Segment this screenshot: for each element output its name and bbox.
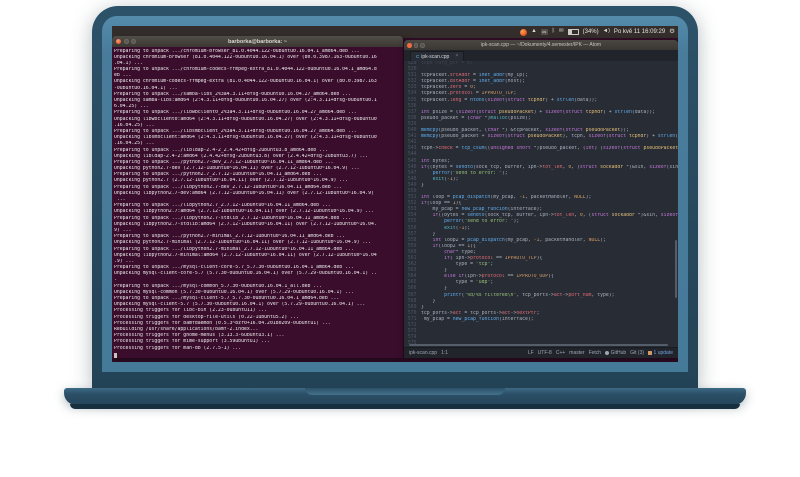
terminal-line: Unpacking chromium-browser (81.0.4044.12…: [114, 54, 377, 60]
status-git-changes[interactable]: Git (3): [630, 350, 644, 356]
terminal-line: Unpacking mysql-client-core-5.7 (5.7.30-…: [114, 271, 377, 277]
status-github[interactable]: GitHub: [605, 350, 626, 356]
terminal-window-controls: [116, 39, 136, 44]
code-area[interactable]: tcph->urg_ptr = 0; tcpPacket.srcAddr = in…: [419, 61, 678, 344]
horizontal-scrollbar[interactable]: [409, 344, 668, 346]
close-button[interactable]: [116, 39, 121, 44]
laptop-base: [64, 388, 746, 405]
terminal-line: Unpacking samba-libs:amd64 (2:4.3.11+dfs…: [114, 98, 377, 103]
bluetooth-icon[interactable]: ᛒ: [552, 29, 555, 35]
atom-close-button[interactable]: [407, 43, 412, 48]
clock[interactable]: Po kvě 11 16:09:29: [614, 29, 665, 35]
terminal-line: Processing triggers for man-db (2.7.5-1)…: [114, 345, 242, 351]
desktop-screen: ▲ cs ᛒ ✉ (34%) ◄) Po kvě 11 16:09:29 ⚙ b…: [112, 26, 678, 362]
terminal-titlebar[interactable]: barborka@barborka: ~: [112, 36, 403, 47]
software-updater-icon[interactable]: [520, 28, 528, 36]
wifi-icon[interactable]: ▲: [531, 29, 536, 35]
base-notch: [305, 388, 505, 395]
battery-icon[interactable]: [567, 28, 580, 36]
terminal-line: Unpacking chromium-codecs-ffmpeg-extra (…: [114, 79, 377, 85]
battery-percentage: (34%): [582, 29, 599, 35]
atom-window: ipk-scan.cpp — ~/Dokumenty/4.semester/IP…: [404, 40, 678, 358]
terminal-line: Unpacking libpython2.7:amd64 (2.7.12-1ub…: [114, 209, 374, 215]
terminal-line: Unpacking libpython2.7-dev:amd64 (2.7.12…: [114, 190, 374, 196]
tab-close-icon[interactable]: ×: [455, 54, 458, 59]
laptop-mockup: ▲ cs ᛒ ✉ (34%) ◄) Po kvě 11 16:09:29 ⚙ b…: [0, 0, 800, 477]
status-file-path[interactable]: ipk-scan.cpp: [409, 350, 437, 356]
package-icon: [648, 351, 653, 355]
terminal-lines: Preparing to unpack .../chromium-browser…: [114, 49, 403, 352]
atom-maximize-button[interactable]: [420, 43, 425, 48]
code-line: memcpy(pseudo_packet + sizeof(struct pse…: [421, 134, 678, 140]
editor[interactable]: 529 530 531 532 533 534 535 536 537 538 539 540 541 5…: [404, 61, 678, 344]
terminal-output[interactable]: Preparing to unpack .../chromium-browser…: [112, 47, 403, 358]
status-cursor-position[interactable]: 1:1: [441, 350, 448, 356]
code-line: tcph->check = tcp_csum((unsigned short *…: [421, 146, 678, 152]
cpp-file-icon: C: [416, 54, 420, 59]
terminal-window: barborka@barborka: ~ Preparing to unpack…: [112, 36, 403, 358]
terminal-line: Unpacking libwbclient0:amd64 (2:4.3.11+d…: [114, 116, 377, 122]
line-number-gutter: 529 530 531 532 533 534 535 536 537 538 539 540 541 5…: [404, 61, 419, 344]
mail-icon[interactable]: ✉: [559, 29, 564, 35]
terminal-title: barborka@barborka: ~: [227, 38, 287, 45]
battery-fill: [569, 30, 572, 34]
atom-titlebar[interactable]: ipk-scan.cpp — ~/Dokumenty/4.semester/IP…: [404, 40, 678, 50]
atom-window-controls: [407, 43, 425, 48]
atom-window-title: ipk-scan.cpp — ~/Dokumenty/4.semester/IP…: [480, 42, 602, 48]
tab-ipk-scan[interactable]: C ipk-scan.cpp ×: [410, 51, 465, 61]
status-fetch[interactable]: Fetch: [589, 350, 602, 356]
status-encoding[interactable]: UTF-8: [538, 350, 552, 356]
status-updates[interactable]: 1 update: [648, 350, 673, 356]
status-branch[interactable]: master: [569, 350, 584, 356]
atom-minimize-button[interactable]: [413, 43, 418, 48]
status-grammar[interactable]: C++: [556, 350, 565, 356]
status-bar: ipk-scan.cpp 1:1 LF UTF-8 C++ master Fet…: [404, 347, 678, 358]
terminal-line: Unpacking libsmbclient:amd64 (2:4.3.11+d…: [114, 135, 377, 141]
terminal-line: Unpacking libpython2.7-stdlib:amd64 (2.7…: [114, 221, 377, 227]
terminal-line: Unpacking libldap-2.4-2:amd64 (2.4.42+df…: [114, 153, 369, 159]
terminal-line: Unpacking python2.7-minimal (2.7.12-1ubu…: [114, 240, 372, 246]
terminal-line: Unpacking libpython2.7-minimal:amd64 (2.…: [114, 252, 377, 258]
status-line-ending[interactable]: LF: [528, 350, 534, 356]
tab-bar: C ipk-scan.cpp ×: [404, 50, 678, 61]
keyboard-indicator[interactable]: cs: [540, 29, 548, 35]
maximize-button[interactable]: [131, 39, 136, 44]
github-icon: [605, 351, 610, 355]
code-line: tcph->urg_ptr = 0;: [421, 61, 473, 66]
base-bottom-edge: [70, 404, 740, 409]
vertical-scrollbar[interactable]: [675, 240, 677, 298]
terminal-cursor: [114, 352, 117, 358]
volume-icon[interactable]: ◄): [603, 29, 610, 35]
terminal-line: Preparing to unpack .../chromium-codecs-…: [114, 67, 377, 73]
minimize-button[interactable]: [123, 39, 129, 44]
session-menu-gear-icon[interactable]: ⚙: [669, 28, 675, 36]
tab-label: ipk-scan.cpp: [421, 53, 450, 60]
